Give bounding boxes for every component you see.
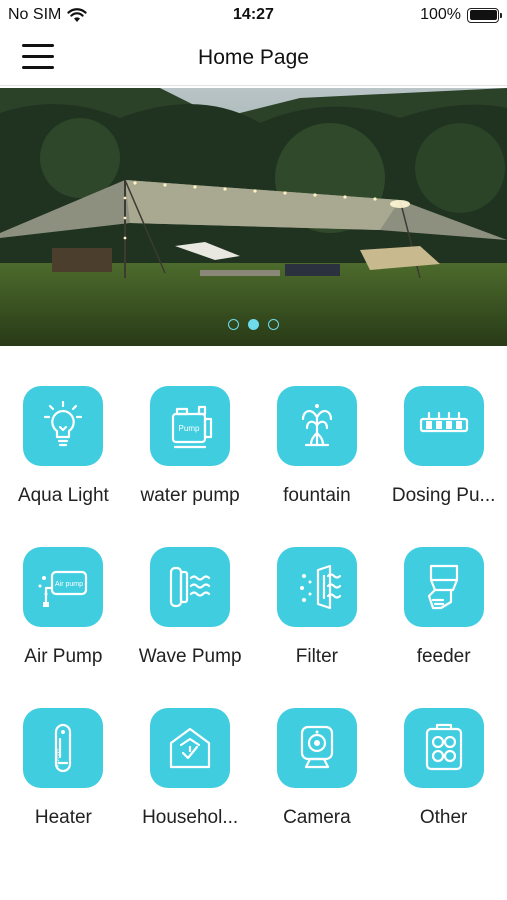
device-category-item[interactable]: Camera: [254, 708, 381, 829]
device-category-tile[interactable]: Pump: [150, 386, 231, 466]
feeder-icon: [415, 558, 473, 616]
device-category-tile[interactable]: [403, 386, 484, 466]
device-category-label: Househol...: [142, 807, 239, 828]
device-category-label: fountain: [283, 485, 351, 506]
device-category-tile[interactable]: Heater: [23, 708, 104, 788]
device-category-item[interactable]: Air pump Air Pump: [0, 547, 127, 668]
banner-image: [0, 88, 507, 346]
device-category-tile[interactable]: [276, 386, 357, 466]
device-category-item[interactable]: Aqua Light: [0, 386, 127, 507]
fountain-icon: [288, 397, 346, 455]
carousel-dot[interactable]: [248, 319, 259, 330]
svg-text:Heater: Heater: [53, 749, 59, 767]
bulb-icon: [34, 397, 92, 455]
device-category-label: Dosing Pu...: [391, 485, 496, 506]
device-category-label: Wave Pump: [138, 646, 242, 667]
device-category-item[interactable]: feeder: [380, 547, 507, 668]
device-category-label: Other: [419, 807, 468, 828]
device-category-label: Filter: [295, 646, 338, 667]
device-category-tile[interactable]: Air pump: [23, 547, 104, 627]
device-category-tile[interactable]: [150, 547, 231, 627]
banner-carousel[interactable]: [0, 88, 507, 346]
device-category-label: Camera: [283, 807, 351, 828]
device-category-label: feeder: [416, 646, 471, 667]
svg-text:Pump: Pump: [179, 424, 200, 433]
device-category-tile[interactable]: [403, 708, 484, 788]
carousel-dot[interactable]: [268, 319, 279, 330]
carousel-dot[interactable]: [228, 319, 239, 330]
battery-percent: 100%: [420, 6, 461, 23]
device-category-tile[interactable]: [276, 547, 357, 627]
device-category-item[interactable]: Heater Heater: [0, 708, 127, 829]
nav-bar: Home Page: [0, 30, 507, 86]
other-icon: [415, 719, 473, 777]
device-category-item[interactable]: Filter: [254, 547, 381, 668]
device-category-item[interactable]: fountain: [254, 386, 381, 507]
wave-pump-icon: [161, 558, 219, 616]
dosing-pump-icon: [415, 397, 473, 455]
device-category-label: Heater: [34, 807, 92, 828]
device-category-label: Air Pump: [24, 646, 103, 667]
device-category-tile[interactable]: [150, 708, 231, 788]
device-category-item[interactable]: Pump water pump: [127, 386, 254, 507]
water-pump-icon: Pump: [161, 397, 219, 455]
device-category-tile[interactable]: [23, 386, 104, 466]
svg-text:Air pump: Air pump: [55, 581, 83, 588]
device-category-item[interactable]: Dosing Pu...: [380, 386, 507, 507]
status-bar: No SIM 14:27 100%: [0, 0, 507, 30]
air-pump-icon: Air pump: [34, 558, 92, 616]
page-title: Home Page: [198, 46, 309, 69]
battery-icon: [467, 7, 502, 23]
device-category-tile[interactable]: [403, 547, 484, 627]
device-grid: Aqua Light Pump water pump fountain Dosing P…: [0, 386, 507, 829]
device-category-item[interactable]: Wave Pump: [127, 547, 254, 668]
heater-icon: Heater: [34, 719, 92, 777]
device-category-item[interactable]: Other: [380, 708, 507, 829]
carousel-indicator: [0, 319, 507, 330]
device-category-item[interactable]: Househol...: [127, 708, 254, 829]
filter-icon: [288, 558, 346, 616]
device-category-tile[interactable]: [276, 708, 357, 788]
device-category-label: water pump: [140, 485, 240, 506]
device-category-label: Aqua Light: [17, 485, 109, 506]
household-icon: [161, 719, 219, 777]
camera-icon: [288, 719, 346, 777]
